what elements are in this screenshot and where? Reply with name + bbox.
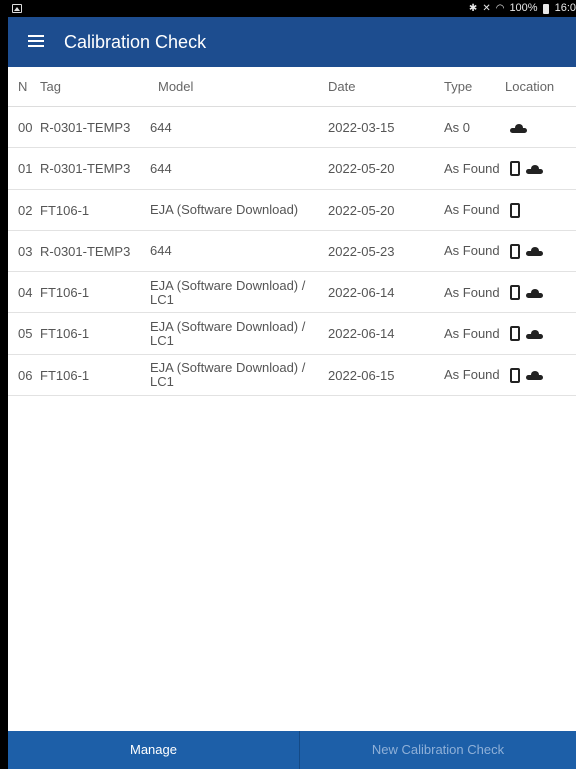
calibration-list: 00 R-0301-TEMP3 644 2022-03-15 As 0 01 R-0301-… [8,107,576,397]
row-tag: R-0301-TEMP3 [40,161,131,177]
row-tag: FT106-1 [40,285,90,301]
cloud-icon [526,371,543,381]
row-tag: R-0301-TEMP3 [40,120,131,135]
manage-button[interactable]: Manage [8,731,299,769]
row-type: As Found [444,367,500,383]
device-icon [510,202,520,218]
row-model: EJA (Software Download) [150,202,299,218]
table-row[interactable]: 06 FT106-1 EJA (Software Download) / LC1 20… [8,355,576,397]
row-type: As Found [444,284,500,300]
device-icon [510,161,520,177]
app-bar: Calibration Check [8,17,576,67]
row-model: 644 [150,160,172,176]
row-location [510,231,576,272]
row-model: EJA (Software Download) / LC1 [150,318,306,348]
table-row[interactable]: 04 FT106-1 EJA (Software Download) / LC1 20… [8,272,576,314]
row-tag: FT106-1 [40,202,90,218]
clock: 16:0 [554,2,576,14]
new-calibration-check-button[interactable]: New Calibration Check [299,731,576,769]
table-row[interactable]: 05 FT106-1 EJA (Software Download) / LC1 20… [8,313,576,355]
page-title: Calibration Check [64,32,207,52]
row-tag: FT106-1 [40,367,90,383]
row-type: As Found [444,202,500,218]
row-date: 2022-03-15 [328,120,395,135]
header-location: Location [505,79,555,94]
cloud-icon [510,123,527,133]
row-number: 01 [18,161,33,177]
bluetooth-icon: ✱ [468,3,478,14]
table-row[interactable]: 03 R-0301-TEMP3 644 2022-05-23 As Found [8,231,576,273]
header-date: Date [328,79,356,94]
row-tag: R-0301-TEMP3 [40,243,131,259]
header-n: N [18,79,28,94]
table-header: N Tag Model Date Type Location [8,67,576,107]
table-row[interactable]: 02 FT106-1 EJA (Software Download) 2022-05-… [8,190,576,231]
row-type: As Found [444,325,500,341]
status-bar: ✱ ✕ ◠ 100% 16:0 [8,0,576,17]
device-icon [510,326,520,342]
device-icon [510,285,520,301]
cloud-icon [526,247,543,257]
row-tag: FT106-1 [40,326,90,342]
row-location [510,190,576,231]
cloud-icon [526,164,543,174]
row-model: EJA (Software Download) / LC1 [150,360,306,390]
row-type: As Found [444,160,500,176]
row-number: 06 [18,367,33,383]
row-type: As 0 [444,119,471,135]
row-location [510,313,576,354]
row-date: 2022-05-23 [328,243,395,259]
row-date: 2022-06-14 [328,326,395,342]
battery-icon [542,3,549,14]
header-tag: Tag [40,79,61,94]
device-icon [510,367,520,383]
row-model: EJA (Software Download) / LC1 [150,277,306,307]
row-number: 03 [18,243,33,259]
row-location [510,148,576,189]
hamburger-menu-icon[interactable] [28,35,44,48]
app-frame: ✱ ✕ ◠ 100% 16:0 Calibration Check N Tag … [0,0,576,769]
row-model: 644 [150,243,172,259]
cloud-icon [526,288,543,298]
wifi-icon: ◠ [495,3,505,14]
mute-icon: ✕ [482,3,491,14]
cloud-icon [526,329,543,339]
device-icon [510,243,520,259]
bottom-action-bar: Manage New Calibration Check [8,731,576,769]
row-model: 644 [150,119,172,135]
row-location [510,107,576,148]
header-type: Type [444,79,473,94]
row-number: 00 [18,120,33,135]
row-number: 02 [18,202,33,218]
table-row[interactable]: 00 R-0301-TEMP3 644 2022-03-15 As 0 [8,107,576,149]
row-date: 2022-05-20 [328,161,395,177]
row-location [510,355,576,396]
row-number: 04 [18,285,33,301]
row-date: 2022-06-14 [328,285,395,301]
row-date: 2022-05-20 [328,202,395,218]
header-model: Model [158,79,194,94]
row-date: 2022-06-15 [328,367,395,383]
battery-percent: 100% [509,2,538,14]
row-number: 05 [18,326,33,342]
table-row[interactable]: 01 R-0301-TEMP3 644 2022-05-20 As Found [8,148,576,190]
gallery-icon [12,4,22,13]
row-location [510,272,576,313]
row-type: As Found [444,243,500,259]
